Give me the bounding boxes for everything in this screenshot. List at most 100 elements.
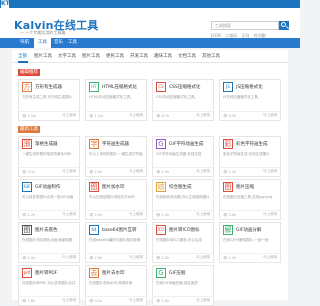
use-now-link[interactable]: 马上使用 [62, 169, 76, 174]
view-count-value: 1.1k [27, 256, 36, 260]
tool-icon: pdf [22, 268, 32, 278]
view-count: 👁 1.9k [156, 170, 170, 174]
tool-icon: 方 [22, 82, 32, 92]
view-count-value: 1.5w [27, 114, 36, 118]
use-now-link[interactable]: 马上使用 [129, 212, 143, 217]
nav-item-active[interactable]: 工具 [34, 38, 51, 48]
tool-icon: 综 [156, 182, 166, 192]
view-count: 👁 1.2w [89, 114, 103, 118]
tool-card[interactable]: 解 GIF动画分解 在线GIF分解成图片,一帧一帧 👁 1.3k 马上使用 [219, 222, 281, 263]
tool-card[interactable]: 字字符画生成器 可以上传你的图片,一键生成字符画 👁 2.4k 马上使用 [85, 136, 147, 177]
use-now-link[interactable]: 马上使用 [196, 113, 210, 118]
use-now-link[interactable]: 马上使用 [129, 298, 143, 303]
tab[interactable]: 开发工具 [130, 53, 148, 61]
use-now-link[interactable]: 马上使用 [129, 169, 143, 174]
nav-item[interactable]: 导航 [20, 38, 29, 48]
tool-title: 图片加水印 [102, 185, 125, 190]
view-count-value: 1.9k [161, 170, 170, 174]
use-now-link[interactable]: 马上使用 [263, 113, 277, 118]
card-divider [86, 253, 146, 254]
tab[interactable]: 文档工具 [178, 53, 196, 61]
view-count: 👁 1.4k [156, 213, 170, 217]
tool-description: 在线图片压缩工具,支持jpg/png [223, 195, 273, 199]
tool-card[interactable]: 方方形有生成器 方形有生成工具,可在线生成图片 👁 1.5w 马上使用 [18, 79, 80, 121]
tool-title: 图片转PDF [35, 271, 58, 276]
tool-card[interactable]: 图图片压缩 在线图片压缩工具,支持jpg/png 👁 3.6k 马上使用 [219, 179, 281, 220]
tab[interactable]: 图片工具 [34, 53, 52, 61]
tool-description: 在线制作综合图,可以生成各种图片 [156, 195, 210, 199]
tool-icon: 图 [223, 182, 233, 192]
tool-card[interactable]: CS CSS压缩格式化 CSS在线压缩格式化工具。 👁 8.7k 马上使用 [152, 79, 214, 121]
use-now-link[interactable]: 马上使用 [196, 255, 210, 260]
view-count-value: 2.8k [94, 256, 103, 260]
use-now-link[interactable]: 马上使用 [62, 113, 76, 118]
tool-card[interactable]: 64 base64图片互转 在线base64编码与图片相互转换 👁 2.8k 马上使用 [85, 222, 147, 263]
search-input[interactable]: 工具搜索 [211, 21, 279, 30]
view-count: 👁 2.5k [156, 256, 170, 260]
view-count-value: 1.4k [161, 213, 170, 217]
use-now-link[interactable]: 马上使用 [263, 255, 277, 260]
tab-all[interactable]: 全部 [18, 53, 27, 61]
view-count: 👁 1.5w [22, 114, 36, 118]
tool-card[interactable]: 综综合图生成在线制作综合图,可以生成各种图片 👁 1.4k 马上使用 [152, 179, 214, 220]
tool-icon: 图 [22, 225, 32, 235]
tool-title: 渐格生成器 [35, 142, 58, 147]
tool-icon: 64 [89, 225, 99, 235]
tool-card[interactable]: GIF GIF动画制作 可以将多张图片合成一张GIF动画 👁 1.7k 马上使用 [18, 179, 80, 220]
top-strip: KT [0, 0, 300, 8]
tool-card[interactable]: HT HTML压缩格式化 HTML在线压缩格式化工具。 👁 1.2w 马上使用 [85, 79, 147, 121]
tool-title: 综合图生成 [169, 185, 192, 190]
tool-description: 在线图片去除水印,简单好用 [89, 281, 133, 285]
tool-description: 在线base64编码与图片相互转换 [89, 238, 141, 242]
tool-description: HTML在线压缩格式化工具。 [89, 95, 134, 99]
use-now-link[interactable]: 马上使用 [263, 169, 277, 174]
view-count-value: 2.0k [94, 213, 103, 217]
use-now-link[interactable]: 马上使用 [62, 255, 76, 260]
card-divider [86, 111, 146, 112]
view-count: 👁 1.1k [22, 256, 36, 260]
tab[interactable]: 图片工具 [82, 53, 100, 61]
tool-card[interactable]: 彩彩色字符画生成 彩色字符画生成,在线生成图片 👁 2.2k 马上使用 [219, 136, 281, 177]
tab[interactable]: 便民工具 [106, 53, 124, 61]
card-divider [19, 296, 79, 297]
tool-title: GIF动画分解 [236, 228, 262, 233]
tab[interactable]: 趣味工具 [154, 53, 172, 61]
view-count: 👁 3.1k [22, 170, 36, 174]
search-button[interactable] [279, 21, 289, 30]
use-now-link[interactable]: 马上使用 [263, 212, 277, 217]
tool-description: 一键生成好看的渐变背景色代码 [22, 152, 71, 156]
nav-item[interactable]: 音乐 [54, 38, 63, 48]
use-now-link[interactable]: 马上使用 [129, 255, 143, 260]
use-now-link[interactable]: 马上使用 [62, 212, 76, 217]
tool-card[interactable]: JS JS压缩格式化 JS在线压缩格式化工具。 👁 9.3k 马上使用 [219, 79, 281, 121]
use-now-link[interactable]: 马上使用 [196, 298, 210, 303]
tool-description: 在线GIF动画压缩,保证画质 [156, 281, 198, 285]
tool-title: 字符画生成器 [102, 142, 129, 147]
tool-description: JS在线压缩格式化工具。 [223, 95, 262, 99]
tool-description: 可以将多张图片合成一张GIF动画 [22, 195, 74, 199]
tool-card[interactable]: 图图片去底色 在线图片去除底色,纯色背景抠图 👁 1.1k 马上使用 [18, 222, 80, 263]
tab[interactable]: 文字工具 [58, 53, 76, 61]
tool-title: GIF压缩 [169, 271, 186, 276]
tool-title: 图片转ICO图标 [169, 228, 200, 233]
card-divider [153, 296, 213, 297]
tool-icon: ICO [156, 225, 166, 235]
tool-icon: 彩 [223, 139, 233, 149]
nav-item[interactable]: 工具 [68, 38, 77, 48]
tab[interactable]: 其他工具 [202, 53, 220, 61]
tool-icon: 解 [223, 225, 233, 235]
use-now-link[interactable]: 马上使用 [196, 169, 210, 174]
use-now-link[interactable]: 马上使用 [196, 212, 210, 217]
use-now-link[interactable]: 马上使用 [129, 113, 143, 118]
tool-card[interactable]: ICO 图片转ICO图标 在线图片转ICO图标,可以生成 👁 2.5k 马上使用 [152, 222, 214, 263]
tool-card[interactable]: 渐渐格生成器 一键生成好看的渐变背景色代码 👁 3.1k 马上使用 [18, 136, 80, 177]
tool-description: 在线图片转PDF,可以多张图片合并 [22, 281, 76, 285]
tool-card[interactable]: G GIF字符动画生成 GIF字符动画生成器,在线生成 👁 1.9k 马上使用 [152, 136, 214, 177]
use-now-link[interactable]: 马上使用 [62, 298, 76, 303]
card-divider [86, 167, 146, 168]
tool-card[interactable]: 图图片加水印 可以在线给图片添加文字水印 👁 2.0k 马上使用 [85, 179, 147, 220]
tool-title: GIF动画制作 [35, 185, 61, 190]
tool-icon: 图 [89, 182, 99, 192]
tool-icon: G [156, 139, 166, 149]
view-count: 👁 1.3k [223, 256, 237, 260]
